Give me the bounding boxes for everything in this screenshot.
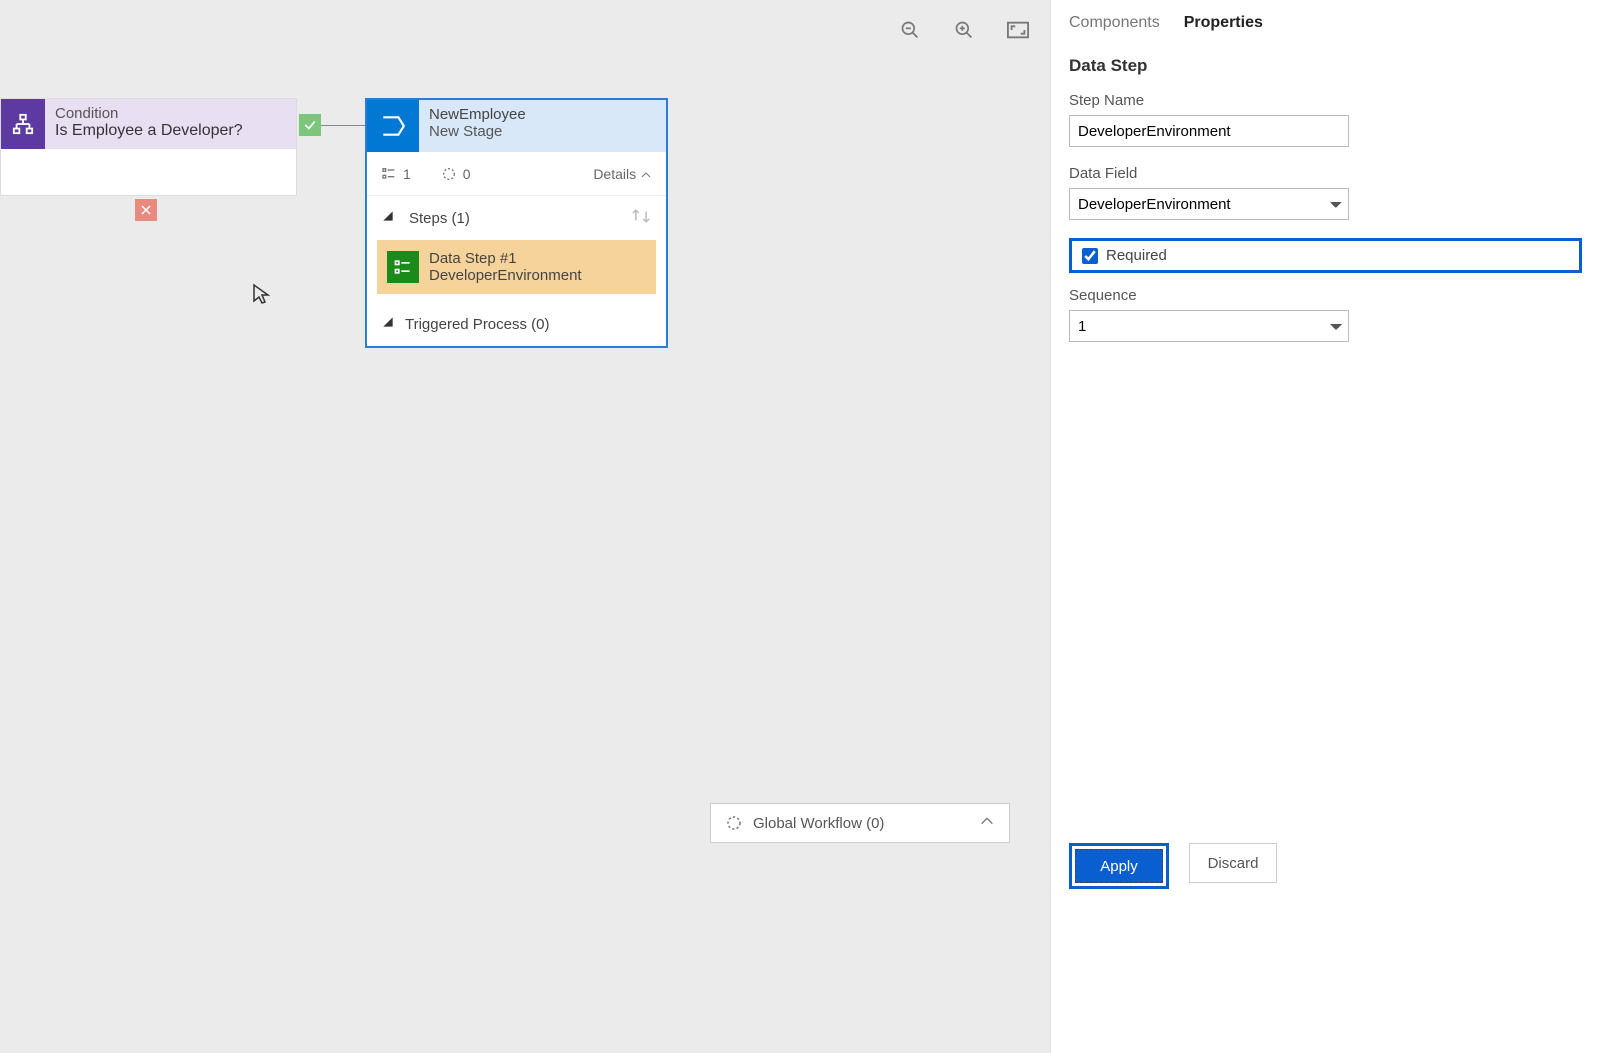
chevron-up-icon[interactable] xyxy=(979,813,995,833)
condition-question: Is Employee a Developer? xyxy=(55,122,286,140)
discard-button[interactable]: Discard xyxy=(1189,843,1277,883)
step-name-input[interactable] xyxy=(1069,115,1349,147)
panel-tabs: Components Properties xyxy=(1069,14,1582,32)
stage-header: NewEmployee New Stage xyxy=(367,100,666,152)
connector-line xyxy=(321,125,365,126)
apply-button-highlight: Apply xyxy=(1069,843,1169,889)
triangle-icon xyxy=(381,209,395,227)
data-step-line1: Data Step #1 xyxy=(429,250,582,267)
stage-title: NewEmployee xyxy=(429,106,656,123)
required-checkbox-highlight: Required xyxy=(1069,238,1582,273)
condition-card[interactable]: Condition Is Employee a Developer? xyxy=(0,98,297,196)
apply-button[interactable]: Apply xyxy=(1075,849,1163,883)
tab-properties[interactable]: Properties xyxy=(1184,14,1263,32)
data-field-label: Data Field xyxy=(1069,165,1582,182)
tab-components[interactable]: Components xyxy=(1069,14,1160,32)
triangle-icon xyxy=(381,315,395,333)
list-icon xyxy=(381,166,397,182)
details-toggle[interactable]: Details xyxy=(593,166,652,182)
zoom-in-icon[interactable] xyxy=(952,18,976,42)
stage-subtitle: New Stage xyxy=(429,123,656,140)
stage-icon xyxy=(367,100,419,152)
triggered-label: Triggered Process (0) xyxy=(405,316,550,333)
condition-type-label: Condition xyxy=(55,105,286,122)
chevron-up-icon xyxy=(640,169,652,181)
circle-dashed-icon xyxy=(725,814,743,832)
steps-label: Steps (1) xyxy=(409,210,470,227)
data-step-line2: DeveloperEnvironment xyxy=(429,267,582,284)
branch-icon xyxy=(1,99,45,149)
panel-heading: Data Step xyxy=(1069,56,1582,76)
steps-section-header[interactable]: Steps (1) xyxy=(367,196,666,240)
stage-count-steps: 1 xyxy=(403,166,411,182)
circle-dashed-icon xyxy=(441,166,457,182)
sequence-select[interactable]: 1 xyxy=(1069,310,1349,342)
canvas-toolbar xyxy=(898,18,1030,42)
stage-card[interactable]: NewEmployee New Stage 1 0 Details Steps … xyxy=(365,98,668,348)
global-workflow-label: Global Workflow (0) xyxy=(753,815,884,832)
data-field-select[interactable]: DeveloperEnvironment xyxy=(1069,188,1349,220)
reorder-arrows-icon[interactable] xyxy=(630,207,652,229)
data-step-item[interactable]: Data Step #1 DeveloperEnvironment xyxy=(377,240,656,294)
stage-count-workflows: 0 xyxy=(463,166,471,182)
stage-meta: 1 0 Details xyxy=(367,152,666,196)
condition-yes-connector[interactable] xyxy=(299,114,321,136)
condition-no-connector[interactable] xyxy=(135,199,157,221)
global-workflow-bar[interactable]: Global Workflow (0) xyxy=(710,803,1010,843)
sequence-label: Sequence xyxy=(1069,287,1582,304)
step-name-label: Step Name xyxy=(1069,92,1582,109)
required-checkbox[interactable] xyxy=(1082,248,1098,264)
zoom-out-icon[interactable] xyxy=(898,18,922,42)
panel-buttons: Apply Discard xyxy=(1069,843,1582,1039)
condition-body: Condition Is Employee a Developer? xyxy=(45,99,296,149)
properties-panel: Components Properties Data Step Step Nam… xyxy=(1050,0,1600,1053)
cursor-icon xyxy=(252,283,270,311)
fit-screen-icon[interactable] xyxy=(1006,18,1030,42)
triggered-process-header[interactable]: Triggered Process (0) xyxy=(367,302,666,346)
required-label: Required xyxy=(1106,247,1167,264)
form-icon xyxy=(387,251,419,283)
